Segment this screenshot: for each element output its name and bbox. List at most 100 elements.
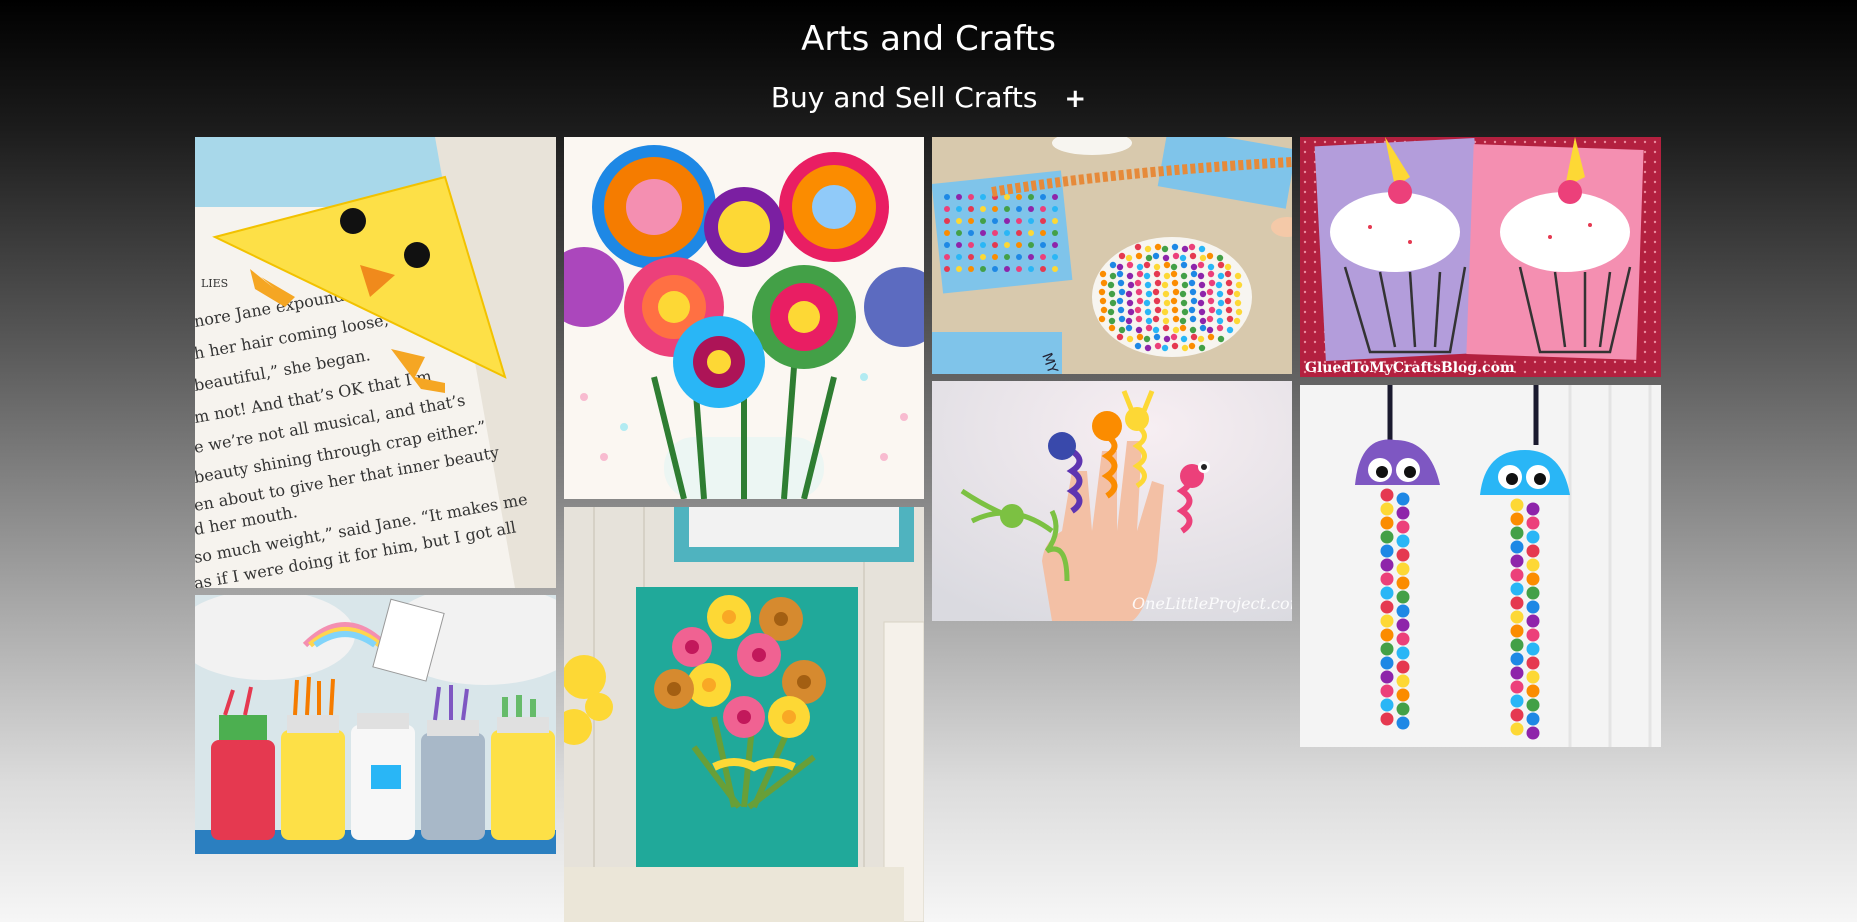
- decor-dot: [1235, 308, 1243, 316]
- decor-dot: [1526, 586, 1540, 600]
- decor-dot: [1526, 726, 1540, 740]
- decor-dot: [1396, 520, 1410, 534]
- decor-dot: [1179, 324, 1187, 332]
- decor-dot: [1526, 544, 1540, 558]
- decor-dot: [1197, 335, 1205, 343]
- decor-dot: [1653, 330, 1657, 334]
- cupcakes-watermark: GluedToMyCraftsBlog.com: [1305, 360, 1515, 376]
- decor-dot: [1313, 230, 1317, 234]
- decor-dot: [1225, 306, 1233, 314]
- decor-dot: [1197, 272, 1205, 280]
- finger-puppets-watermark: OneLittleProject.com: [1132, 594, 1292, 613]
- decor-dot: [968, 266, 974, 272]
- decor-dot: [1643, 190, 1647, 194]
- decor-dot: [1380, 516, 1394, 530]
- decor-dot: [1303, 200, 1307, 204]
- decor-dot: [1643, 150, 1647, 154]
- decor-dot: [1653, 260, 1657, 264]
- decor-dot: [1380, 544, 1394, 558]
- decor-dot: [1163, 261, 1171, 269]
- decor-dot: [1161, 281, 1169, 289]
- decor-dot: [1135, 288, 1143, 296]
- decor-dot: [992, 206, 998, 212]
- craft-image-felt-flowers[interactable]: [564, 137, 924, 499]
- decor-dot: [1197, 299, 1205, 307]
- decor-dot: [1145, 317, 1153, 325]
- jellyfish-picture: [1300, 385, 1661, 747]
- decor-dot: [1313, 280, 1317, 284]
- decor-dot: [1380, 600, 1394, 614]
- decor-dot: [1136, 263, 1144, 271]
- decor-dot: [1127, 281, 1135, 289]
- decor-dot: [1603, 360, 1607, 364]
- decor-dot: [1380, 670, 1394, 684]
- decor-dot: [968, 206, 974, 212]
- decor-dot: [1380, 614, 1394, 628]
- decor-dot: [1134, 306, 1142, 314]
- decor-dot: [1653, 220, 1657, 224]
- decor-dot: [1643, 260, 1647, 264]
- decor-dot: [1313, 220, 1317, 224]
- decor-dot: [1313, 270, 1317, 274]
- decor-dot: [1040, 206, 1046, 212]
- decor-dot: [992, 218, 998, 224]
- decor-dot: [1510, 652, 1524, 666]
- craft-image-chick-bookmark[interactable]: LIES nore Jane expound h her hair coming…: [195, 137, 556, 588]
- decor-dot: [1181, 308, 1189, 316]
- decor-dot: [1190, 297, 1198, 305]
- decor-dot: [1313, 320, 1317, 324]
- decor-dot: [1303, 140, 1307, 144]
- decor-dot: [1396, 660, 1410, 674]
- decor-dot: [1380, 488, 1394, 502]
- decor-dot: [1135, 252, 1143, 260]
- craft-image-finger-puppets[interactable]: OneLittleProject.com: [932, 381, 1292, 621]
- decor-dot: [1613, 370, 1617, 374]
- decor-dot: [1226, 288, 1234, 296]
- decor-dot: [1373, 140, 1377, 144]
- decor-dot: [1593, 370, 1597, 374]
- decor-dot: [1623, 360, 1627, 364]
- decor-dot: [1526, 684, 1540, 698]
- decor-dot: [1116, 270, 1124, 278]
- craft-image-jellyfish[interactable]: [1300, 385, 1661, 747]
- decor-dot: [1303, 150, 1307, 154]
- decor-dot: [1653, 360, 1657, 364]
- decor-dot: [1152, 315, 1160, 323]
- decor-dot: [1108, 317, 1116, 325]
- decor-dot: [1643, 280, 1647, 284]
- decor-dot: [1380, 712, 1394, 726]
- decor-dot: [1136, 333, 1144, 341]
- decor-dot: [1303, 180, 1307, 184]
- decor-dot: [956, 266, 962, 272]
- decor-dot: [1197, 261, 1205, 269]
- decor-dot: [1028, 218, 1034, 224]
- decor-dot: [1510, 638, 1524, 652]
- decor-dot: [1303, 250, 1307, 254]
- decor-dot: [1573, 370, 1577, 374]
- decor-dot: [1643, 270, 1647, 274]
- decor-dot: [1643, 320, 1647, 324]
- decor-dot: [1483, 140, 1487, 144]
- decor-dot: [1653, 250, 1657, 254]
- craft-image-unicorn-cupcakes[interactable]: GluedToMyCraftsBlog.com: [1300, 137, 1661, 377]
- decor-dot: [1224, 270, 1232, 278]
- decor-dot: [1233, 317, 1241, 325]
- decor-dot: [1153, 270, 1161, 278]
- craft-image-mason-jars[interactable]: [195, 595, 556, 854]
- decor-dot: [1493, 140, 1497, 144]
- decor-dot: [1526, 530, 1540, 544]
- craft-image-cereal-counting[interactable]: MY: [932, 137, 1292, 374]
- decor-dot: [980, 218, 986, 224]
- decor-dot: [1643, 210, 1647, 214]
- decor-dot: [1216, 324, 1224, 332]
- buy-sell-link[interactable]: Buy and Sell Crafts: [771, 81, 1038, 114]
- plus-icon[interactable]: +: [1064, 79, 1086, 119]
- decor-dot: [992, 230, 998, 236]
- craft-image-flower-canvas[interactable]: [564, 507, 924, 922]
- decor-dot: [1643, 330, 1647, 334]
- decor-dot: [1126, 335, 1134, 343]
- decor-dot: [1181, 245, 1189, 253]
- decor-dot: [1125, 317, 1133, 325]
- decor-dot: [968, 230, 974, 236]
- decor-dot: [1396, 702, 1410, 716]
